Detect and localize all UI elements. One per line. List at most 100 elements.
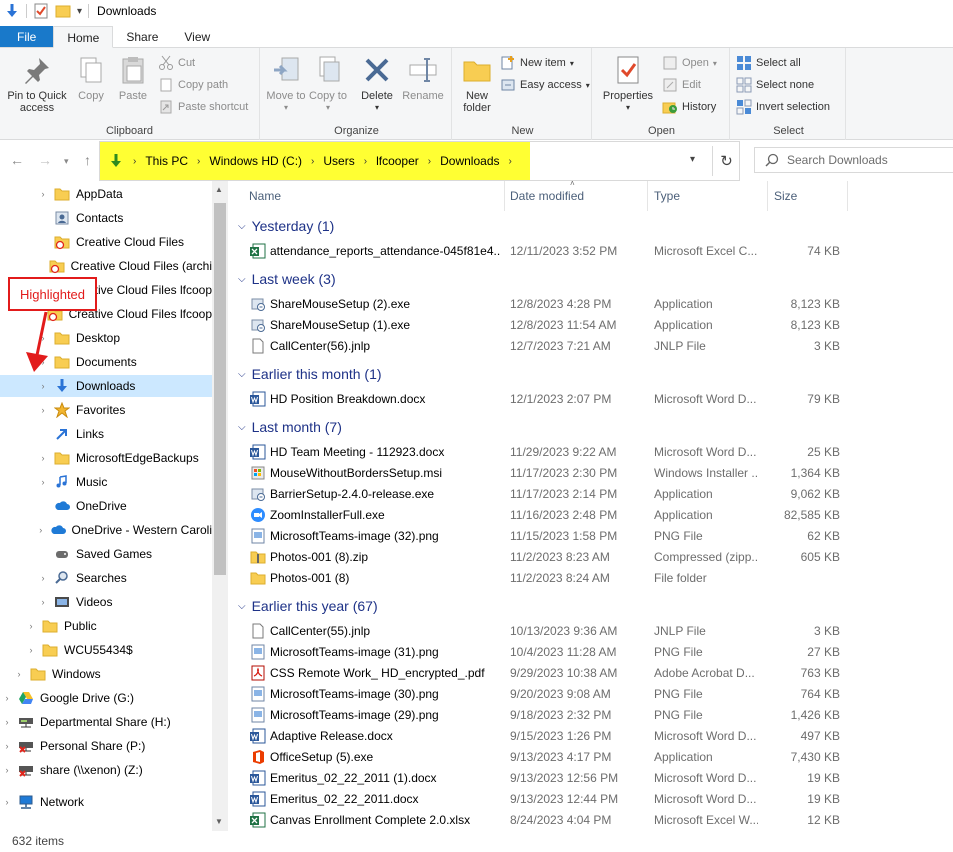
file-row[interactable]: Photos-001 (8).zip 11/2/2023 8:23 AM Compr… [228, 547, 953, 568]
back-arrow-icon[interactable]: ← [10, 152, 24, 168]
breadcrumb-windows-hd[interactable]: Windows HD (C:) [209, 154, 302, 168]
search-input[interactable]: Search Downloads [754, 147, 953, 173]
nav-item-onedrive[interactable]: OneDrive [0, 495, 212, 517]
file-row[interactable]: Emeritus_02_22_2011 (1).docx 9/13/2023 12… [228, 768, 953, 789]
scrollbar-thumb[interactable] [214, 203, 226, 575]
scroll-down-arrow-icon[interactable]: ▼ [215, 817, 223, 826]
rename-button[interactable]: Rename [400, 54, 446, 102]
pin-to-quick-access-button[interactable]: Pin to Quick access [4, 54, 70, 114]
history-button[interactable]: History [662, 98, 716, 116]
column-size[interactable]: Size [768, 181, 848, 211]
file-row[interactable]: attendance_reports_attendance-045f81e4..… [228, 241, 953, 262]
nav-item-departmental-share-h[interactable]: › Departmental Share (H:) [0, 711, 212, 733]
refresh-button[interactable]: ↻ [712, 146, 740, 176]
nav-item-share-xenon-z[interactable]: › share (\\xenon) (Z:) [0, 759, 212, 781]
expand-chevron-icon[interactable]: › [0, 797, 14, 807]
breadcrumb-this-pc[interactable]: This PC [145, 154, 188, 168]
copy-button[interactable]: Copy [72, 54, 110, 102]
recent-locations-chevron-icon[interactable]: ▾ [64, 156, 69, 167]
column-type[interactable]: Type [648, 181, 768, 211]
expand-chevron-icon[interactable]: › [36, 453, 50, 463]
breadcrumb-downloads[interactable]: Downloads [440, 154, 499, 168]
nav-item-network[interactable]: › Network [0, 791, 212, 813]
forward-arrow-icon[interactable]: → [38, 152, 52, 168]
nav-item-music[interactable]: › Music [0, 471, 212, 493]
expand-chevron-icon[interactable]: › [12, 669, 26, 679]
select-none-button[interactable]: Select none [736, 76, 814, 94]
nav-item-creative-cloud-files[interactable]: Creative Cloud Files [0, 231, 212, 253]
file-row[interactable]: CallCenter(56).jnlp 12/7/2023 7:21 AM JNLP… [228, 336, 953, 357]
properties-quick-icon[interactable] [33, 3, 49, 19]
file-row[interactable]: Adaptive Release.docx 9/15/2023 1:26 PM Mi… [228, 726, 953, 747]
move-to-button[interactable]: Move to ▾ [266, 54, 306, 114]
paste-shortcut-button[interactable]: Paste shortcut [158, 98, 248, 116]
expand-chevron-icon[interactable]: › [36, 381, 50, 391]
nav-item-wcu55434[interactable]: › WCU55434$ [0, 639, 212, 661]
address-dropdown-chevron-icon[interactable]: ▾ [690, 154, 695, 165]
expand-chevron-icon[interactable]: › [36, 573, 50, 583]
nav-item-favorites[interactable]: › Favorites [0, 399, 212, 421]
nav-item-searches[interactable]: › Searches [0, 567, 212, 589]
nav-item-public[interactable]: › Public [0, 615, 212, 637]
properties-button[interactable]: Properties ▾ [600, 54, 656, 114]
expand-chevron-icon[interactable]: › [36, 405, 50, 415]
tab-share[interactable]: Share [113, 26, 171, 47]
file-row[interactable]: ShareMouseSetup (2).exe 12/8/2023 4:28 PM… [228, 294, 953, 315]
up-arrow-icon[interactable]: ↑ [84, 152, 91, 168]
expand-chevron-icon[interactable]: › [0, 765, 14, 775]
collapse-chevron-icon[interactable]: ⌵ [238, 221, 246, 232]
paste-button[interactable]: Paste [114, 54, 152, 102]
nav-item-links[interactable]: Links [0, 423, 212, 445]
nav-item-appdata[interactable]: › AppData [0, 183, 212, 205]
new-folder-quick-icon[interactable] [55, 3, 71, 19]
new-folder-button[interactable]: New folder [456, 54, 498, 114]
expand-chevron-icon[interactable]: › [24, 645, 38, 655]
file-row[interactable]: ShareMouseSetup (1).exe 12/8/2023 11:54 A… [228, 315, 953, 336]
easy-access-button[interactable]: Easy access ▾ [500, 76, 590, 94]
file-row[interactable]: MouseWithoutBordersSetup.msi 11/17/2023 2… [228, 463, 953, 484]
expand-chevron-icon[interactable]: › [36, 189, 50, 199]
group-header[interactable]: ⌵ Last month (7) [238, 416, 342, 438]
group-header[interactable]: ⌵ Last week (3) [238, 268, 336, 290]
file-row[interactable]: Canvas Enrollment Complete 2.0.xlsx 8/24/… [228, 810, 953, 831]
expand-chevron-icon[interactable]: › [36, 525, 46, 535]
new-item-button[interactable]: New item ▾ [500, 54, 574, 72]
file-row[interactable]: MicrosoftTeams-image (29).png 9/18/2023 2… [228, 705, 953, 726]
collapse-chevron-icon[interactable]: ⌵ [238, 369, 246, 380]
nav-pane-scrollbar[interactable]: ▲ ▼ [212, 181, 228, 831]
file-row[interactable]: HD Position Breakdown.docx 12/1/2023 2:07… [228, 389, 953, 410]
nav-item-videos[interactable]: › Videos [0, 591, 212, 613]
expand-chevron-icon[interactable]: › [0, 693, 14, 703]
collapse-chevron-icon[interactable]: ⌵ [238, 422, 246, 433]
tab-home[interactable]: Home [53, 26, 114, 48]
group-header[interactable]: ⌵ Earlier this year (67) [238, 595, 378, 617]
select-all-button[interactable]: Select all [736, 54, 801, 72]
file-row[interactable]: MicrosoftTeams-image (32).png 11/15/2023 … [228, 526, 953, 547]
file-row[interactable]: BarrierSetup-2.4.0-release.exe 11/17/2023… [228, 484, 953, 505]
tab-view[interactable]: View [171, 26, 223, 47]
file-row[interactable]: CSS Remote Work_ HD_encrypted_.pdf 9/29/2… [228, 663, 953, 684]
expand-chevron-icon[interactable]: › [36, 477, 50, 487]
group-header[interactable]: ⌵ Yesterday (1) [238, 215, 334, 237]
nav-item-google-drive-g[interactable]: › Google Drive (G:) [0, 687, 212, 709]
breadcrumb-users[interactable]: Users [323, 154, 354, 168]
file-row[interactable]: Emeritus_02_22_2011.docx 9/13/2023 12:44 … [228, 789, 953, 810]
edit-button[interactable]: Edit [662, 76, 701, 94]
file-row[interactable]: ZoomInstallerFull.exe 11/16/2023 2:48 PM A… [228, 505, 953, 526]
address-bar[interactable]: › This PC › Windows HD (C:) › Users › lf… [99, 141, 740, 181]
expand-chevron-icon[interactable]: › [24, 621, 38, 631]
nav-item-personal-share-p[interactable]: › Personal Share (P:) [0, 735, 212, 757]
nav-item-microsoftedgebackups[interactable]: › MicrosoftEdgeBackups [0, 447, 212, 469]
column-name[interactable]: Name [243, 181, 505, 211]
nav-item-downloads[interactable]: › Downloads [0, 375, 212, 397]
customize-quick-access-icon[interactable]: ▾ [77, 6, 82, 17]
group-header[interactable]: ⌵ Earlier this month (1) [238, 363, 382, 385]
nav-item-saved-games[interactable]: Saved Games [0, 543, 212, 565]
copy-to-button[interactable]: Copy to ▾ [308, 54, 348, 114]
nav-item-creative-cloud-files-archi[interactable]: Creative Cloud Files (archi [0, 255, 212, 277]
invert-selection-button[interactable]: Invert selection [736, 98, 830, 116]
nav-item-windows[interactable]: › Windows [0, 663, 212, 685]
cut-button[interactable]: Cut [158, 54, 195, 72]
collapse-chevron-icon[interactable]: ⌵ [238, 601, 246, 612]
file-row[interactable]: OfficeSetup (5).exe 9/13/2023 4:17 PM Appl… [228, 747, 953, 768]
